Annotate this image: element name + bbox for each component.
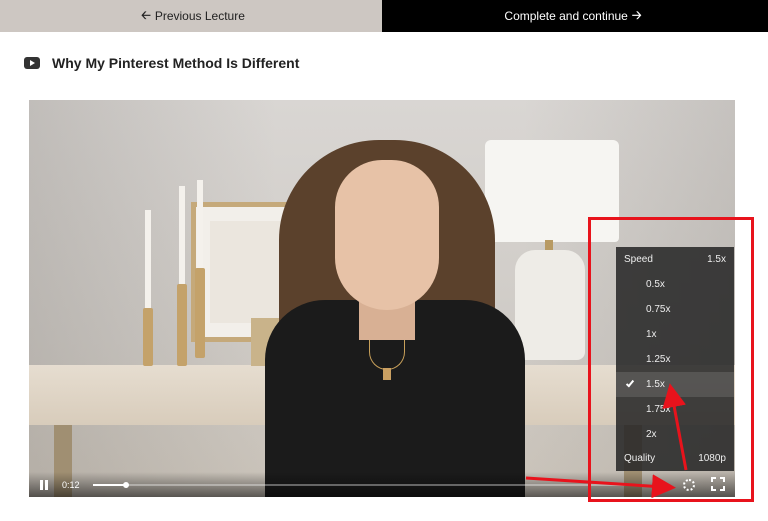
- progress-bar[interactable]: [93, 482, 643, 488]
- pause-icon[interactable]: [39, 480, 49, 490]
- speed-option[interactable]: 0.75x: [616, 297, 734, 322]
- previous-lecture-button[interactable]: 🡠 Previous Lecture: [0, 0, 382, 32]
- current-time: 0:12: [62, 480, 80, 490]
- check-icon: [625, 378, 635, 388]
- video-candle: [179, 186, 185, 286]
- video-lamp: [485, 140, 619, 242]
- arrow-left-icon: 🡠: [141, 7, 151, 22]
- previous-lecture-label: Previous Lecture: [154, 9, 245, 23]
- arrow-right-icon: 🡢: [631, 7, 642, 22]
- quality-row[interactable]: Quality 1080p: [616, 446, 734, 471]
- video-candle: [197, 180, 203, 270]
- progress-knob[interactable]: [123, 482, 129, 488]
- player-control-bar: 0:12: [29, 472, 735, 497]
- video-play-icon: [24, 57, 40, 69]
- speed-value: 1.5x: [707, 254, 726, 265]
- speed-option-selected[interactable]: 1.5x: [616, 372, 734, 397]
- video-candle: [145, 210, 151, 310]
- page-title: Why My Pinterest Method Is Different: [52, 55, 300, 71]
- speed-label: Speed: [624, 254, 653, 265]
- lecture-title-row: Why My Pinterest Method Is Different: [24, 55, 299, 71]
- speed-option[interactable]: 1.75x: [616, 397, 734, 422]
- speed-option[interactable]: 0.5x: [616, 272, 734, 297]
- complete-and-continue-button[interactable]: Complete and continue 🡢: [382, 0, 768, 32]
- gear-icon[interactable]: [683, 479, 695, 491]
- speed-option[interactable]: 1x: [616, 322, 734, 347]
- speed-option[interactable]: 1.25x: [616, 347, 734, 372]
- progress-fill: [93, 484, 126, 486]
- speed-header-row[interactable]: Speed 1.5x: [616, 247, 734, 272]
- settings-menu: Speed 1.5x 0.5x 0.75x 1x 1.25x 1.5x 1.75…: [616, 247, 734, 471]
- speed-option[interactable]: 2x: [616, 422, 734, 447]
- fullscreen-icon[interactable]: [711, 477, 725, 491]
- lecture-nav-bar: 🡠 Previous Lecture Complete and continue…: [0, 0, 768, 32]
- complete-and-continue-label: Complete and continue: [504, 9, 628, 23]
- quality-value: 1080p: [698, 453, 726, 464]
- quality-label: Quality: [624, 453, 656, 464]
